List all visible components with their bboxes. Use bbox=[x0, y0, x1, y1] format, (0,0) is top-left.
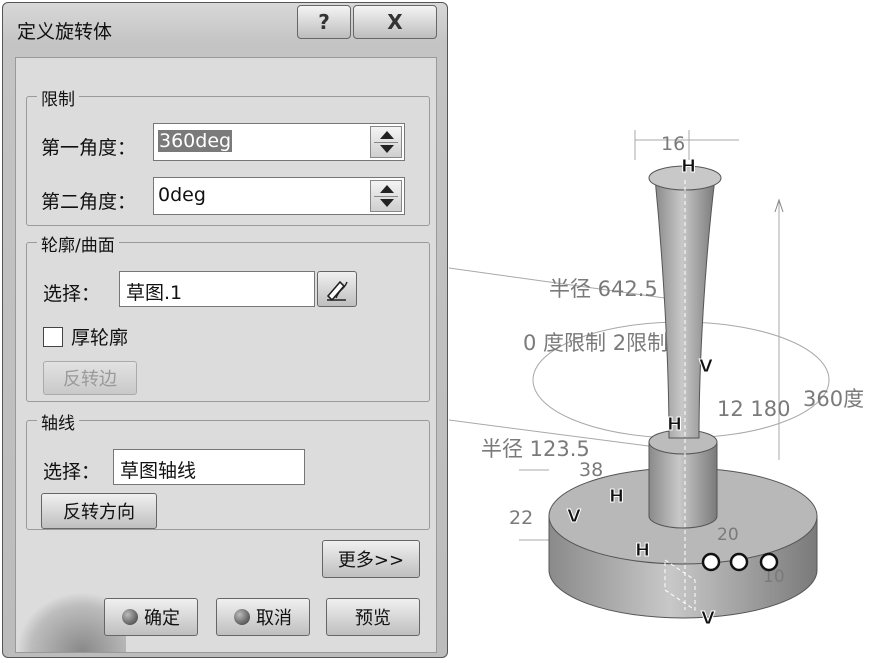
dimension-22[interactable]: 22 bbox=[509, 507, 533, 529]
first-angle-label: 第一角度： bbox=[41, 137, 137, 159]
handle-h-bottom[interactable]: H bbox=[635, 540, 651, 562]
rotate-icon[interactable] bbox=[729, 552, 749, 572]
second-angle-label: 第二角度： bbox=[41, 191, 137, 213]
handle-h-top[interactable]: H bbox=[681, 156, 697, 178]
thick-profile-label: 厚轮廓 bbox=[71, 327, 129, 349]
thick-profile-checkbox[interactable] bbox=[43, 327, 63, 347]
second-angle-field[interactable]: 0deg bbox=[153, 177, 405, 215]
outer-radius-label[interactable]: 半径 642.5 bbox=[549, 277, 658, 301]
first-angle-value: 360deg bbox=[158, 130, 233, 152]
close-icon: X bbox=[387, 10, 403, 34]
ok-button[interactable]: 确定 bbox=[104, 598, 198, 636]
angle-360-label[interactable]: 360度 bbox=[803, 387, 864, 411]
preview-label: 预览 bbox=[355, 608, 391, 629]
preview-button[interactable]: 预览 bbox=[326, 598, 420, 636]
rotate-icon[interactable] bbox=[701, 552, 721, 572]
ok-label: 确定 bbox=[144, 608, 180, 629]
spin-up-icon[interactable] bbox=[380, 131, 394, 139]
limits-label[interactable]: 0 度限制 2限制 bbox=[523, 331, 668, 355]
angle-label[interactable]: 12 180 bbox=[717, 397, 790, 421]
limits-group-title: 限制 bbox=[37, 85, 79, 110]
reverse-side-label: 反转边 bbox=[63, 369, 117, 390]
help-icon: ? bbox=[318, 10, 330, 34]
rotate-icon[interactable] bbox=[759, 552, 779, 572]
3d-viewport[interactable]: 16 半径 642.5 0 度限制 2限制 12 180 360度 半径 123… bbox=[449, 120, 879, 660]
second-angle-value: 0deg bbox=[158, 184, 206, 206]
cancel-status-icon bbox=[234, 609, 250, 625]
revolve-preview-solid[interactable] bbox=[548, 165, 818, 619]
dialog-body: 限制 第一角度： 360deg 第二角度： 0deg 轮廓/曲面 选择： 草图.… bbox=[15, 57, 437, 653]
inner-radius-label[interactable]: 半径 123.5 bbox=[481, 437, 590, 461]
spin-down-icon[interactable] bbox=[380, 199, 394, 207]
handle-v-shaft[interactable]: V bbox=[699, 356, 714, 378]
axis-group: 轴线 选择： 草图轴线 反转方向 bbox=[26, 409, 430, 530]
handle-h-collar[interactable]: H bbox=[667, 414, 683, 436]
handle-v-bottom[interactable]: V bbox=[701, 608, 716, 630]
first-angle-spinner[interactable] bbox=[370, 126, 402, 158]
dialog-title: 定义旋转体 bbox=[17, 21, 113, 43]
reverse-direction-button[interactable]: 反转方向 bbox=[41, 493, 157, 529]
spin-up-icon[interactable] bbox=[380, 185, 394, 193]
dimension-16[interactable]: 16 bbox=[661, 133, 685, 155]
handle-h-base[interactable]: H bbox=[609, 486, 625, 508]
ok-status-icon bbox=[122, 609, 138, 625]
sketch-pencil-icon bbox=[326, 280, 348, 302]
first-angle-field[interactable]: 360deg bbox=[153, 123, 405, 161]
profile-select-field[interactable]: 草图.1 bbox=[119, 271, 315, 307]
axis-group-title: 轴线 bbox=[37, 409, 79, 434]
cancel-label: 取消 bbox=[256, 608, 292, 629]
more-label: 更多>> bbox=[337, 550, 405, 571]
define-revolve-dialog: 定义旋转体 ? X 限制 第一角度： 360deg 第二角度： 0deg 轮廓/… bbox=[2, 2, 448, 658]
sketch-edit-button[interactable] bbox=[317, 271, 357, 307]
more-button[interactable]: 更多>> bbox=[322, 540, 420, 578]
help-button[interactable]: ? bbox=[297, 5, 351, 39]
spin-down-icon[interactable] bbox=[380, 145, 394, 153]
close-button[interactable]: X bbox=[353, 5, 437, 39]
profile-group-title: 轮廓/曲面 bbox=[37, 231, 119, 256]
limits-group: 限制 第一角度： 360deg 第二角度： 0deg bbox=[26, 85, 430, 226]
profile-surface-group: 轮廓/曲面 选择： 草图.1 厚轮廓 反转边 bbox=[26, 231, 430, 402]
handle-v-base[interactable]: V bbox=[567, 506, 582, 528]
reverse-direction-label: 反转方向 bbox=[63, 502, 135, 523]
profile-select-label: 选择： bbox=[43, 283, 101, 305]
second-angle-spinner[interactable] bbox=[370, 180, 402, 212]
cancel-button[interactable]: 取消 bbox=[216, 598, 310, 636]
rotation-handles[interactable] bbox=[701, 552, 779, 572]
title-bar[interactable]: 定义旋转体 ? X bbox=[3, 3, 447, 51]
dimension-38[interactable]: 38 bbox=[579, 459, 603, 481]
reverse-side-button[interactable]: 反转边 bbox=[43, 361, 137, 395]
axis-select-field[interactable]: 草图轴线 bbox=[113, 449, 305, 485]
dimension-20[interactable]: 20 bbox=[717, 525, 739, 545]
axis-select-label: 选择： bbox=[43, 461, 101, 483]
